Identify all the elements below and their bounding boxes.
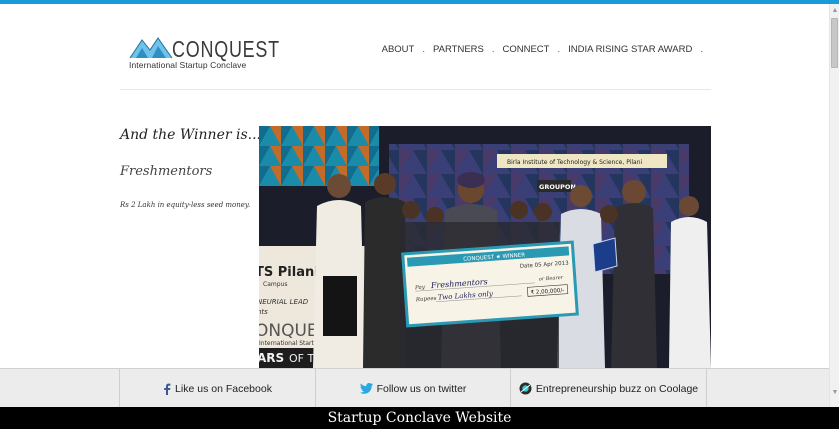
twitter-link[interactable]: Follow us on twitter	[315, 369, 510, 408]
nav-connect[interactable]: CONNECT	[503, 44, 550, 55]
bits-pilani-text: TS Pilani	[259, 265, 319, 280]
nav-separator: .	[491, 44, 495, 55]
winner-prize: Rs 2 Lakh in equity-less seed money.	[120, 201, 251, 209]
facebook-label: Like us on Facebook	[175, 382, 272, 395]
trophy	[592, 237, 618, 273]
site-header: CONQUEST International Startup Conclave …	[120, 30, 711, 90]
image-caption: Startup Conclave Website	[0, 407, 839, 429]
nav-separator: .	[700, 44, 703, 55]
scroll-down-arrow-icon[interactable]: ▼	[831, 389, 839, 397]
mountain-logo-icon	[129, 37, 173, 59]
event-text: NEURIAL LEAD	[259, 298, 309, 306]
main-nav: ABOUT . PARTNERS . CONNECT . INDIA RISIN…	[382, 44, 711, 55]
nav-separator: .	[557, 44, 561, 55]
coolage-link[interactable]: Entrepreneurship buzz on Coolage	[510, 369, 707, 408]
award-ceremony-image: Birla Institute of Technology & Science,…	[259, 126, 711, 368]
events-text: nts	[259, 308, 268, 316]
twitter-label: Follow us on twitter	[376, 382, 467, 395]
coolage-icon	[519, 382, 532, 395]
logo-title: CONQUEST	[172, 36, 280, 62]
groupon-sponsor-text: GROUPON	[539, 183, 576, 191]
scroll-up-arrow-icon[interactable]: ▲	[831, 7, 839, 15]
person-5	[611, 180, 657, 368]
nav-india-rising-star-award[interactable]: INDIA RISING STAR AWARD	[568, 44, 692, 55]
coolage-label: Entrepreneurship buzz on Coolage	[535, 382, 699, 395]
vertical-scrollbar[interactable]: ▲ ▼	[829, 4, 839, 407]
social-footer: Like us on Facebook Follow us on twitter…	[0, 368, 829, 408]
winner-photo: Birla Institute of Technology & Science,…	[259, 126, 711, 368]
winner-name: Freshmentors	[120, 164, 213, 179]
logo-subtitle: International Startup Conclave	[129, 60, 247, 70]
facebook-icon	[163, 383, 171, 395]
conquest-logo[interactable]: CONQUEST International Startup Conclave	[128, 34, 279, 74]
person-6	[669, 196, 711, 368]
nav-about[interactable]: ABOUT	[382, 44, 415, 55]
big-cheque: CONQUEST ★ WINNER Date 05 Apr 2013 Pay F…	[401, 240, 579, 328]
top-accent-bar	[0, 0, 839, 4]
nav-partners[interactable]: PARTNERS	[433, 44, 484, 55]
nav-separator: .	[422, 44, 425, 55]
scroll-thumb[interactable]	[831, 18, 838, 68]
cheque-pay-label: Pay	[414, 284, 426, 291]
campus-text: Campus	[263, 281, 287, 288]
winner-heading: And the Winner is....	[120, 127, 266, 143]
facebook-link[interactable]: Like us on Facebook	[119, 369, 315, 408]
twitter-bird-icon	[359, 383, 373, 394]
stars-text: ARS	[259, 351, 284, 365]
backdrop-institute-text: Birla Institute of Technology & Science,…	[507, 159, 642, 166]
